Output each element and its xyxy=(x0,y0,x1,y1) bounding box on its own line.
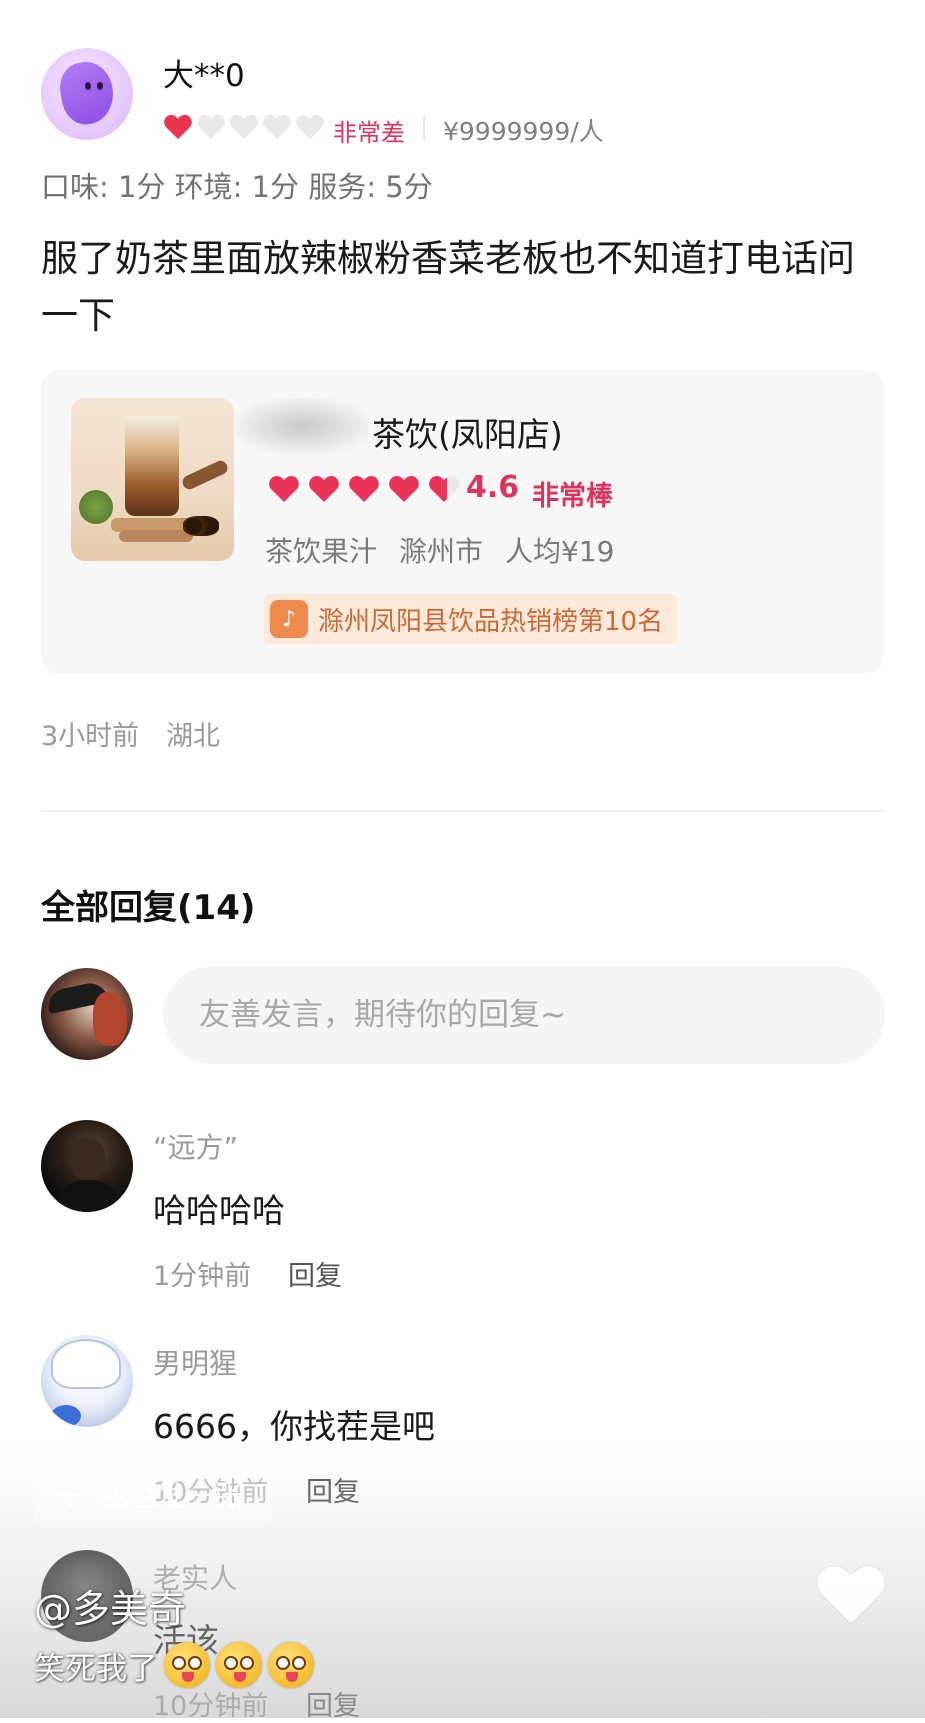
reviewer-avatar[interactable] xyxy=(41,48,133,140)
post-too-label: 我也发一张 xyxy=(98,1479,244,1513)
shop-image[interactable] xyxy=(71,398,234,561)
review-scores: 口味: 1分 环境: 1分 服务: 5分 xyxy=(41,170,433,204)
commenter-name[interactable]: “远方” xyxy=(153,1126,238,1166)
douyin-icon: ♪ xyxy=(270,600,308,638)
heart-icon xyxy=(309,476,339,502)
heart-icon xyxy=(389,476,419,502)
video-caption: 笑死我了 xyxy=(34,1642,314,1688)
reviewer-name[interactable]: 大**0 xyxy=(163,50,245,95)
shop-city: 滁州市 xyxy=(399,535,484,568)
review-rating-label: 非常差 xyxy=(333,119,405,147)
heart-icon xyxy=(269,476,299,502)
rank-badge-text: 滁州凤阳县饮品热销榜第10名 xyxy=(318,606,664,637)
commenter-avatar[interactable] xyxy=(41,1120,133,1212)
plus-icon: + xyxy=(54,1472,86,1516)
blurred-shop-name xyxy=(235,398,370,454)
reply-button[interactable]: 回复 xyxy=(288,1254,342,1293)
shop-category: 茶饮果汁 xyxy=(265,535,378,568)
rank-badge[interactable]: ♪ 滁州凤阳县饮品热销榜第10名 xyxy=(264,594,678,644)
heart-icon xyxy=(296,114,324,140)
comment-time: 10分钟前 xyxy=(153,1691,269,1722)
post-too-button[interactable]: + 我也发一张 xyxy=(34,1462,272,1526)
commenter-name[interactable]: 男明猩 xyxy=(153,1342,237,1382)
my-avatar xyxy=(41,968,133,1060)
reply-input[interactable] xyxy=(163,966,885,1064)
like-heart-icon[interactable] xyxy=(814,1562,888,1628)
caption-text: 笑死我了 xyxy=(34,1650,158,1687)
heart-half-icon xyxy=(429,476,459,502)
heart-icon xyxy=(164,114,192,140)
review-location: 湖北 xyxy=(166,721,220,752)
commenter-avatar[interactable] xyxy=(41,1335,133,1427)
shop-avg-price: 人均¥19 xyxy=(505,535,615,568)
replies-header: 全部回复(14) xyxy=(41,888,256,928)
heart-icon xyxy=(349,476,379,502)
shop-rating-hearts xyxy=(268,474,460,504)
heart-icon xyxy=(197,114,225,140)
comment-time: 1分钟前 xyxy=(153,1261,252,1292)
reply-button[interactable]: 回复 xyxy=(306,1684,360,1723)
comment-text: 哈哈哈哈 xyxy=(153,1191,285,1230)
shop-meta: 茶饮果汁 滁州市 人均¥19 xyxy=(265,530,614,570)
shop-rating-label: 非常棒 xyxy=(532,481,613,512)
shop-name[interactable]: 茶饮(凤阳店) xyxy=(372,408,563,456)
review-rating-hearts xyxy=(163,113,325,143)
divider xyxy=(423,116,425,140)
heart-icon xyxy=(263,114,291,140)
shop-rating-score: 4.6 xyxy=(466,470,520,505)
review-time: 3小时前 xyxy=(41,721,140,752)
laughing-emoji-icon xyxy=(216,1642,262,1688)
heart-icon xyxy=(230,114,258,140)
laughing-emoji-icon xyxy=(164,1642,210,1688)
review-text: 服了奶茶里面放辣椒粉香菜老板也不知道打电话问一下 xyxy=(41,237,855,337)
laughing-emoji-icon xyxy=(268,1642,314,1688)
reply-button[interactable]: 回复 xyxy=(306,1470,360,1509)
review-price: ¥9999999/人 xyxy=(443,117,604,146)
author-watermark[interactable]: @多美奇 xyxy=(34,1578,186,1633)
comment-text: 6666，你找茬是吧 xyxy=(153,1407,435,1446)
divider xyxy=(41,810,884,812)
